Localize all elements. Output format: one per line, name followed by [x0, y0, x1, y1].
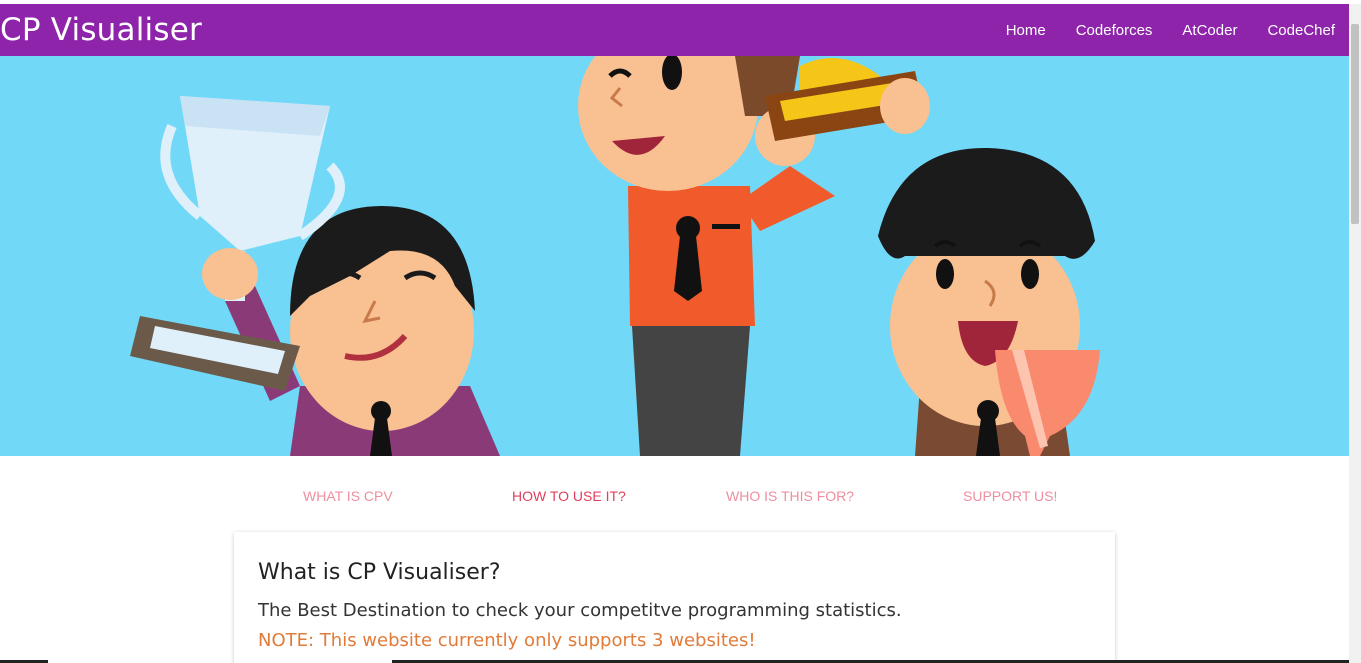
nav-home-link[interactable]: Home — [1006, 22, 1046, 39]
scrollbar-thumb[interactable] — [1351, 24, 1359, 224]
nav-atcoder-link[interactable]: AtCoder — [1182, 22, 1237, 39]
card-description: The Best Destination to check your compe… — [258, 600, 902, 621]
trophy-winners-illustration — [0, 56, 1349, 456]
tab-who-is-this-for[interactable]: WHO IS THIS FOR? — [726, 488, 854, 504]
brand-logo[interactable]: CP Visualiser — [0, 4, 202, 56]
nav-links: Home Codeforces AtCoder CodeChef — [976, 4, 1349, 56]
page-scrollbar[interactable] — [1349, 4, 1361, 663]
navbar: CP Visualiser Home Codeforces AtCoder Co… — [0, 4, 1349, 56]
nav-codeforces-link[interactable]: Codeforces — [1076, 22, 1153, 39]
hero-banner — [0, 56, 1349, 456]
card-note: NOTE: This website currently only suppor… — [258, 630, 756, 651]
section-tabs: WHAT IS CPV HOW TO USE IT? WHO IS THIS F… — [234, 488, 1114, 512]
card-title: What is CP Visualiser? — [258, 560, 501, 585]
info-card: What is CP Visualiser? The Best Destinat… — [234, 532, 1115, 663]
nav-codechef-link[interactable]: CodeChef — [1267, 22, 1335, 39]
tab-what-is-cpv[interactable]: WHAT IS CPV — [303, 488, 393, 504]
tab-how-to-use[interactable]: HOW TO USE IT? — [512, 488, 626, 504]
tab-support-us[interactable]: SUPPORT US! — [963, 488, 1057, 504]
